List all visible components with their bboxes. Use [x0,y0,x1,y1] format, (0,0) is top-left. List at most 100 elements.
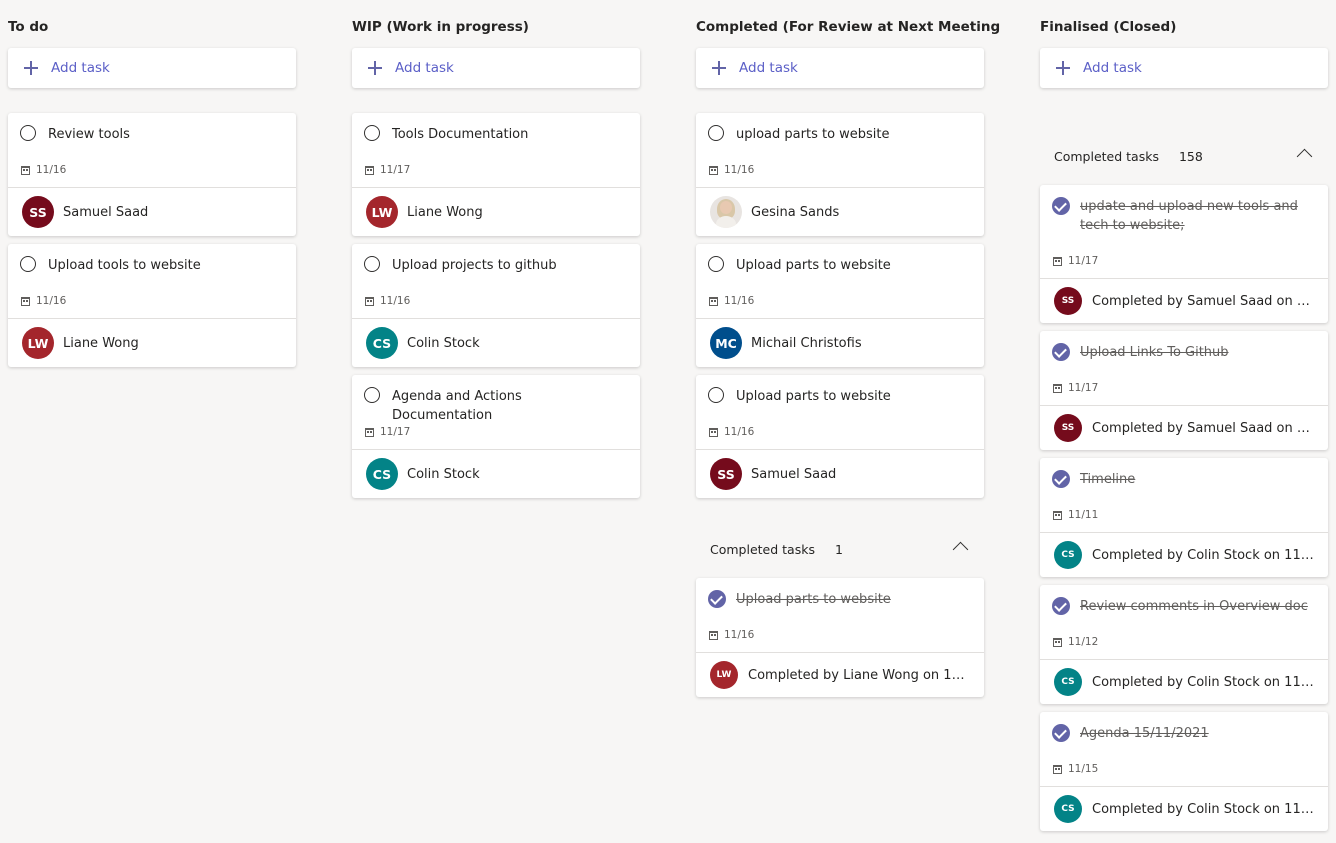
bucket-title[interactable]: Completed (For Review at Next Meeting [696,19,1000,35]
complete-checkbox[interactable] [364,387,380,403]
due-date-text: 11/16 [724,629,755,641]
avatar: MC [710,327,742,359]
add-task-label: Add task [1083,60,1142,76]
completed-tasks-toggle[interactable]: Completed tasks 1 [696,534,984,564]
due-date: 11/15 [1053,763,1098,775]
completed-task-card[interactable]: Upload Links To Github 11/17 SS Complete… [1040,331,1328,450]
calendar-icon [1053,637,1062,647]
calendar-icon [709,630,718,640]
task-title: Review comments in Overview doc [1080,599,1308,614]
calendar-icon [1053,510,1062,520]
completed-tasks-count: 158 [1178,148,1203,164]
complete-checkbox[interactable] [364,125,380,141]
completed-task-card[interactable]: update and upload new tools and tech to … [1040,185,1328,323]
due-date-text: 11/16 [724,426,755,438]
calendar-icon [21,165,30,175]
assignee-name: Liane Wong [407,204,483,220]
task-card[interactable]: Upload parts to website 11/16 SS Samuel … [696,375,984,498]
bucket-title[interactable]: To do [8,19,48,35]
bucket-title[interactable]: Finalised (Closed) [1040,19,1176,35]
complete-checkbox[interactable] [364,256,380,272]
calendar-icon [1053,383,1062,393]
avatar: SS [1054,287,1082,315]
plus-icon [368,61,382,75]
completed-task-card[interactable]: Review comments in Overview doc 11/12 CS… [1040,585,1328,704]
due-date: 11/12 [1053,636,1098,648]
assignee-name: Samuel Saad [751,466,837,482]
avatar-photo [710,196,742,228]
task-title: update and upload new tools and tech to … [1080,199,1298,233]
plus-icon [712,61,726,75]
avatar: SS [1054,414,1082,442]
task-card[interactable]: Review tools 11/16 SS Samuel Saad [8,113,296,236]
task-card[interactable]: Upload tools to website 11/16 LW Liane W… [8,244,296,367]
complete-checkbox[interactable] [20,125,36,141]
assignee-name: Gesina Sands [751,204,840,220]
calendar-icon [21,296,30,306]
avatar: CS [366,327,398,359]
due-date-text: 11/12 [1068,636,1099,648]
calendar-icon [1053,256,1062,266]
complete-checkbox[interactable] [20,256,36,272]
due-date: 11/17 [1053,382,1098,394]
due-date-text: 11/16 [380,295,411,307]
task-card[interactable]: Tools Documentation 11/17 LW Liane Wong [352,113,640,236]
calendar-icon [709,165,718,175]
calendar-icon [1053,764,1062,774]
avatar: SS [710,458,742,490]
completed-task-card[interactable]: Agenda 15/11/2021 11/15 CS Completed by … [1040,712,1328,831]
due-date: 11/17 [1053,255,1098,267]
bucket-title[interactable]: WIP (Work in progress) [352,19,529,35]
completed-tasks-toggle[interactable]: Completed tasks 158 [1040,141,1328,171]
calendar-icon [365,427,374,437]
add-task-button[interactable]: Add task [1040,48,1328,88]
due-date: 11/16 [709,426,754,438]
completed-tasks-label: Completed tasks [1054,148,1159,164]
task-title: Agenda and Actions Documentation [392,389,522,423]
add-task-label: Add task [395,60,454,76]
completed-task-card[interactable]: Upload parts to website 11/16 LW Complet… [696,578,984,697]
completed-check-icon[interactable] [708,590,726,608]
calendar-icon [365,165,374,175]
avatar: SS [22,196,54,228]
calendar-icon [709,427,718,437]
avatar: LW [710,661,738,689]
task-card[interactable]: Agenda and Actions Documentation 11/17 C… [352,375,640,498]
calendar-icon [365,296,374,306]
completed-task-card[interactable]: Timeline 11/11 CS Completed by Colin Sto… [1040,458,1328,577]
complete-checkbox[interactable] [708,387,724,403]
due-date: 11/11 [1053,509,1098,521]
due-date-text: 11/15 [1068,763,1099,775]
completed-by-text: Completed by Samuel Saad on 11/17 [1092,420,1328,436]
complete-checkbox[interactable] [708,256,724,272]
due-date: 11/17 [365,164,410,176]
completed-check-icon[interactable] [1052,197,1070,215]
add-task-button[interactable]: Add task [352,48,640,88]
task-card[interactable]: Upload parts to website 11/16 MC Michail… [696,244,984,367]
due-date-text: 11/17 [1068,255,1099,267]
completed-check-icon[interactable] [1052,724,1070,742]
completed-check-icon[interactable] [1052,597,1070,615]
assignee-name: Michail Christofis [751,335,862,351]
task-title: Review tools [48,127,130,142]
add-task-label: Add task [51,60,110,76]
add-task-button[interactable]: Add task [696,48,984,88]
task-title: Tools Documentation [392,127,529,142]
due-date: 11/16 [365,295,410,307]
plus-icon [24,61,38,75]
complete-checkbox[interactable] [708,125,724,141]
task-card[interactable]: upload parts to website 11/16 Gesina San… [696,113,984,236]
assignee-name: Colin Stock [407,335,480,351]
chevron-up-icon [1296,148,1313,165]
completed-by-text: Completed by Samuel Saad on 11/17 [1092,293,1328,309]
add-task-button[interactable]: Add task [8,48,296,88]
task-title: Agenda 15/11/2021 [1080,726,1209,741]
completed-check-icon[interactable] [1052,343,1070,361]
due-date-text: 11/17 [1068,382,1099,394]
completed-check-icon[interactable] [1052,470,1070,488]
task-card[interactable]: Upload projects to github 11/16 CS Colin… [352,244,640,367]
avatar: CS [366,458,398,490]
task-title: upload parts to website [736,127,890,142]
due-date: 11/16 [21,295,66,307]
due-date: 11/16 [709,295,754,307]
